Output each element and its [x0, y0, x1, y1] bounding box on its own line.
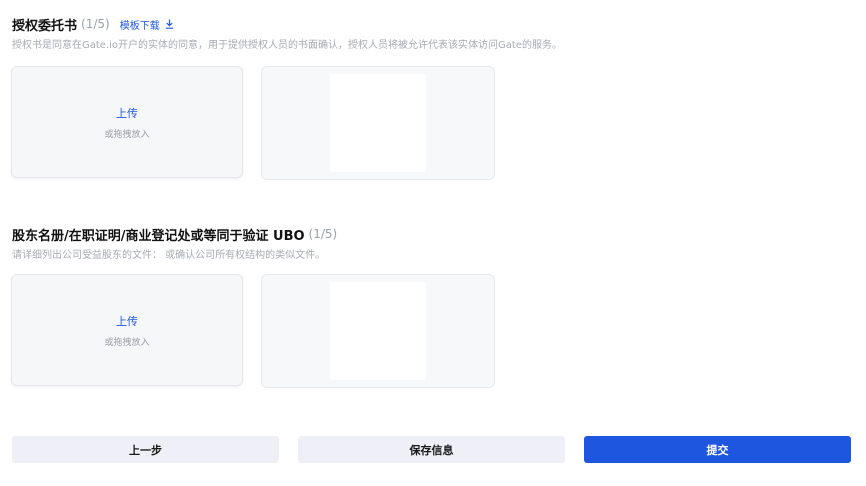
download-icon	[165, 19, 173, 29]
upload-count: (1/5)	[81, 17, 110, 31]
section-header: 股东名册/在职证明/商业登记处或等同于验证 UBO (1/5)	[12, 224, 337, 244]
section-title: 股东名册/在职证明/商业登记处或等同于验证 UBO	[12, 228, 305, 244]
upload-count: (1/5)	[308, 227, 338, 241]
upload-dropzone[interactable]: 上传 或拖拽放入	[11, 274, 243, 386]
upload-dropzone[interactable]: 上传 或拖拽放入	[11, 66, 243, 178]
section-description: 授权书是同意在Gate.io开户的实体的同意，用于提供授权人员的书面确认，授权人…	[12, 40, 562, 51]
uploaded-file-preview[interactable]	[261, 274, 495, 388]
template-download-link[interactable]: 模板下载	[120, 17, 174, 32]
file-thumbnail	[330, 74, 426, 172]
upload-label: 上传	[116, 106, 138, 120]
section-title: 授权委托书	[12, 18, 78, 34]
submit-button[interactable]: 提交	[584, 436, 851, 463]
section-description: 请详细列出公司受益股东的文件： 或确认公司所有权结构的类似文件。	[12, 250, 326, 261]
file-thumbnail	[330, 282, 426, 380]
ubo-verification-section: 股东名册/在职证明/商业登记处或等同于验证 UBO (1/5) 请详细列出公司受…	[12, 224, 337, 261]
template-download-label: 模板下载	[119, 20, 160, 32]
upload-row: 上传 或拖拽放入	[11, 66, 495, 180]
upload-row: 上传 或拖拽放入	[11, 274, 495, 388]
section-header: 授权委托书 (1/5) 模板下载	[12, 14, 562, 34]
uploaded-file-preview[interactable]	[261, 66, 495, 180]
previous-step-button[interactable]: 上一步	[12, 436, 279, 463]
power-of-attorney-section: 授权委托书 (1/5) 模板下载 授权书是同意在Gate.io开户的实体的同意，…	[12, 14, 562, 51]
form-footer: 上一步 保存信息 提交	[12, 436, 851, 463]
upload-label: 上传	[116, 314, 138, 328]
save-info-button[interactable]: 保存信息	[298, 436, 565, 463]
upload-hint: 或拖拽放入	[104, 337, 150, 348]
upload-hint: 或拖拽放入	[104, 129, 150, 140]
